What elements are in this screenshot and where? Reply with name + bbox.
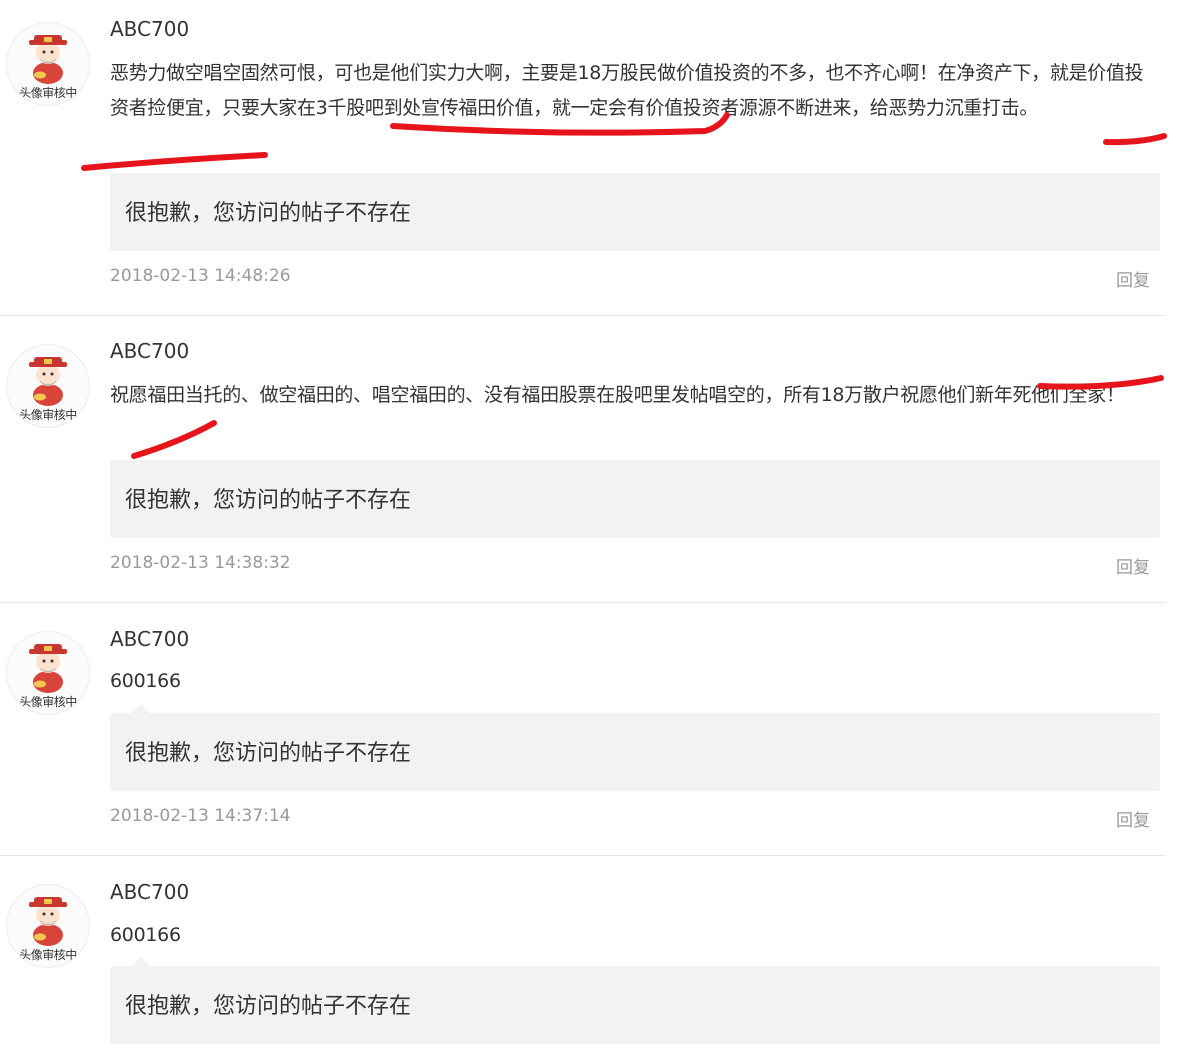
quoted-post-message: 很抱歉，您访问的帖子不存在 [125, 488, 412, 513]
comment-text: 祝愿福田当托的、做空福田的、唱空福田的、没有福田股票在股吧里发帖唱空的，所有18… [110, 384, 1125, 406]
reply-button[interactable]: 回复 [1116, 266, 1150, 291]
quoted-post-box[interactable]: 很抱歉，您访问的帖子不存在 [110, 173, 1160, 251]
avatar-review-caption: 头像审核中 [19, 695, 77, 709]
quoted-post-box[interactable]: 很抱歉，您访问的帖子不存在 [110, 460, 1160, 538]
reply-button[interactable]: 回复 [1116, 553, 1150, 578]
comment-text: 600166 [110, 670, 181, 692]
comment-text: 恶势力做空唱空固然可恨，可也是他们实力大啊，主要是18万股民做价值投资的不多，也… [110, 62, 1144, 119]
username[interactable]: ABC700 [110, 339, 189, 363]
comment-timestamp: 2018-02-13 14:37:14 [110, 806, 291, 826]
quoted-post-message: 很抱歉，您访问的帖子不存在 [125, 994, 412, 1019]
quote-caret [132, 957, 150, 966]
comment-item: 头像审核中 ABC700 恶势力做空唱空固然可恨，可也是他们实力大啊，主要是18… [0, 0, 1166, 316]
user-avatar[interactable]: 头像审核中 [6, 22, 90, 106]
comment-text: 600166 [110, 924, 181, 946]
comment-item: 头像审核中 ABC700 祝愿福田当托的、做空福田的、唱空福田的、没有福田股票在… [0, 316, 1166, 603]
quoted-post-message: 很抱歉，您访问的帖子不存在 [125, 741, 412, 766]
comment-feed: 头像审核中 ABC700 恶势力做空唱空固然可恨，可也是他们实力大啊，主要是18… [0, 0, 1184, 1056]
avatar-review-caption: 头像审核中 [19, 948, 77, 962]
avatar-review-caption: 头像审核中 [19, 408, 77, 422]
avatar-review-caption: 头像审核中 [19, 86, 77, 100]
user-avatar[interactable]: 头像审核中 [6, 884, 90, 968]
quoted-post-box[interactable]: 很抱歉，您访问的帖子不存在 [110, 704, 1160, 791]
user-avatar[interactable]: 头像审核中 [6, 344, 90, 428]
comment-item: 头像审核中 ABC700 600166 很抱歉，您访问的帖子不存在 2018-0… [0, 603, 1166, 856]
quoted-post-message: 很抱歉，您访问的帖子不存在 [125, 201, 412, 226]
comment-timestamp: 2018-02-13 14:48:26 [110, 266, 291, 286]
username[interactable]: ABC700 [110, 17, 189, 41]
username[interactable]: ABC700 [110, 627, 189, 651]
username[interactable]: ABC700 [110, 880, 189, 904]
quote-caret [132, 704, 150, 713]
user-avatar[interactable]: 头像审核中 [6, 631, 90, 715]
reply-button[interactable]: 回复 [1116, 806, 1150, 831]
comment-timestamp: 2018-02-13 14:38:32 [110, 553, 291, 573]
comment-item: 头像审核中 ABC700 600166 很抱歉，您访问的帖子不存在 [0, 856, 1166, 1056]
quoted-post-box[interactable]: 很抱歉，您访问的帖子不存在 [110, 957, 1160, 1044]
